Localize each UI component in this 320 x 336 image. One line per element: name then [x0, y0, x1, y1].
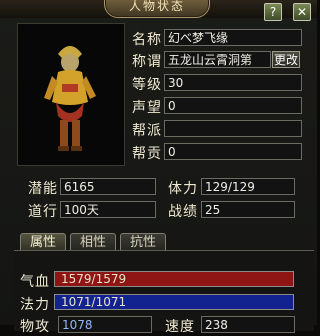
- contribution-label: 帮贡: [132, 146, 162, 162]
- stamina-label: 体力: [168, 181, 198, 197]
- speed-label: 速度: [165, 319, 195, 335]
- battle-label: 战绩: [168, 204, 198, 220]
- character-figure-icon: [44, 46, 96, 151]
- title-label: 称谓: [132, 54, 162, 70]
- mp-value: 1071/1071: [61, 295, 127, 309]
- dao-label: 道行: [28, 204, 58, 220]
- potential-label: 潜能: [28, 181, 58, 197]
- tab-attributes[interactable]: 属性: [20, 233, 66, 251]
- battle-field: 25: [201, 201, 295, 218]
- character-portrait: [17, 23, 125, 166]
- hp-value: 1579/1579: [61, 272, 127, 286]
- close-icon[interactable]: ✕: [293, 3, 311, 21]
- character-status-panel: 人物状态 ? ✕ 名称 幻べ梦飞缘 称谓 五龙山云霄洞第 更改 等级 30 声望…: [0, 0, 317, 335]
- faction-label: 帮派: [132, 123, 162, 139]
- mp-bar: 1071/1071: [54, 294, 294, 310]
- stamina-field: 129/129: [201, 178, 295, 195]
- level-field: 30: [164, 74, 302, 91]
- dao-field: 100天: [60, 201, 156, 218]
- hp-label: 气血: [20, 274, 50, 290]
- hp-bar: 1579/1579: [54, 271, 294, 287]
- prestige-field: 0: [164, 97, 302, 114]
- tab-resistance[interactable]: 抗性: [120, 233, 166, 251]
- name-label: 名称: [132, 32, 162, 48]
- mp-label: 法力: [20, 297, 50, 313]
- window-title-text: 人物状态: [128, 0, 185, 13]
- level-label: 等级: [132, 77, 162, 93]
- name-field: 幻べ梦飞缘: [164, 29, 302, 46]
- window-title: 人物状态: [104, 0, 210, 18]
- attack-label: 物攻: [20, 319, 50, 335]
- prestige-label: 声望: [132, 100, 162, 116]
- potential-field: 6165: [60, 178, 156, 195]
- tab-affinity[interactable]: 相性: [70, 233, 116, 251]
- contribution-field: 0: [164, 143, 302, 160]
- title-field: 五龙山云霄洞第: [164, 51, 271, 68]
- faction-field: [164, 120, 302, 137]
- change-title-button[interactable]: 更改: [272, 51, 300, 68]
- question-icon[interactable]: ?: [264, 3, 282, 21]
